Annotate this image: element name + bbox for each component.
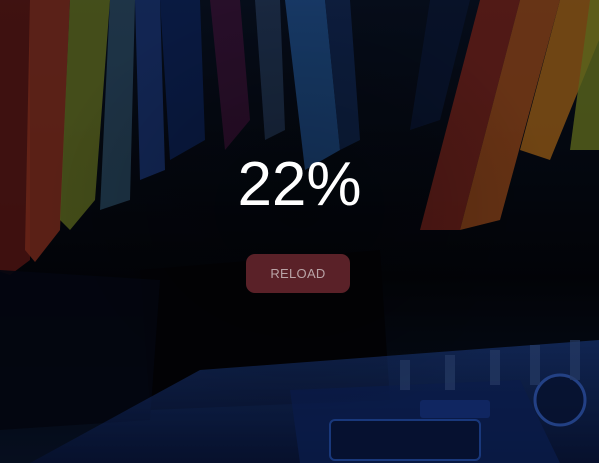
background-photo bbox=[0, 0, 599, 463]
loading-screen: 22% RELOAD bbox=[0, 0, 599, 463]
reload-button[interactable]: RELOAD bbox=[246, 254, 350, 293]
progress-percentage: 22% bbox=[237, 150, 362, 219]
